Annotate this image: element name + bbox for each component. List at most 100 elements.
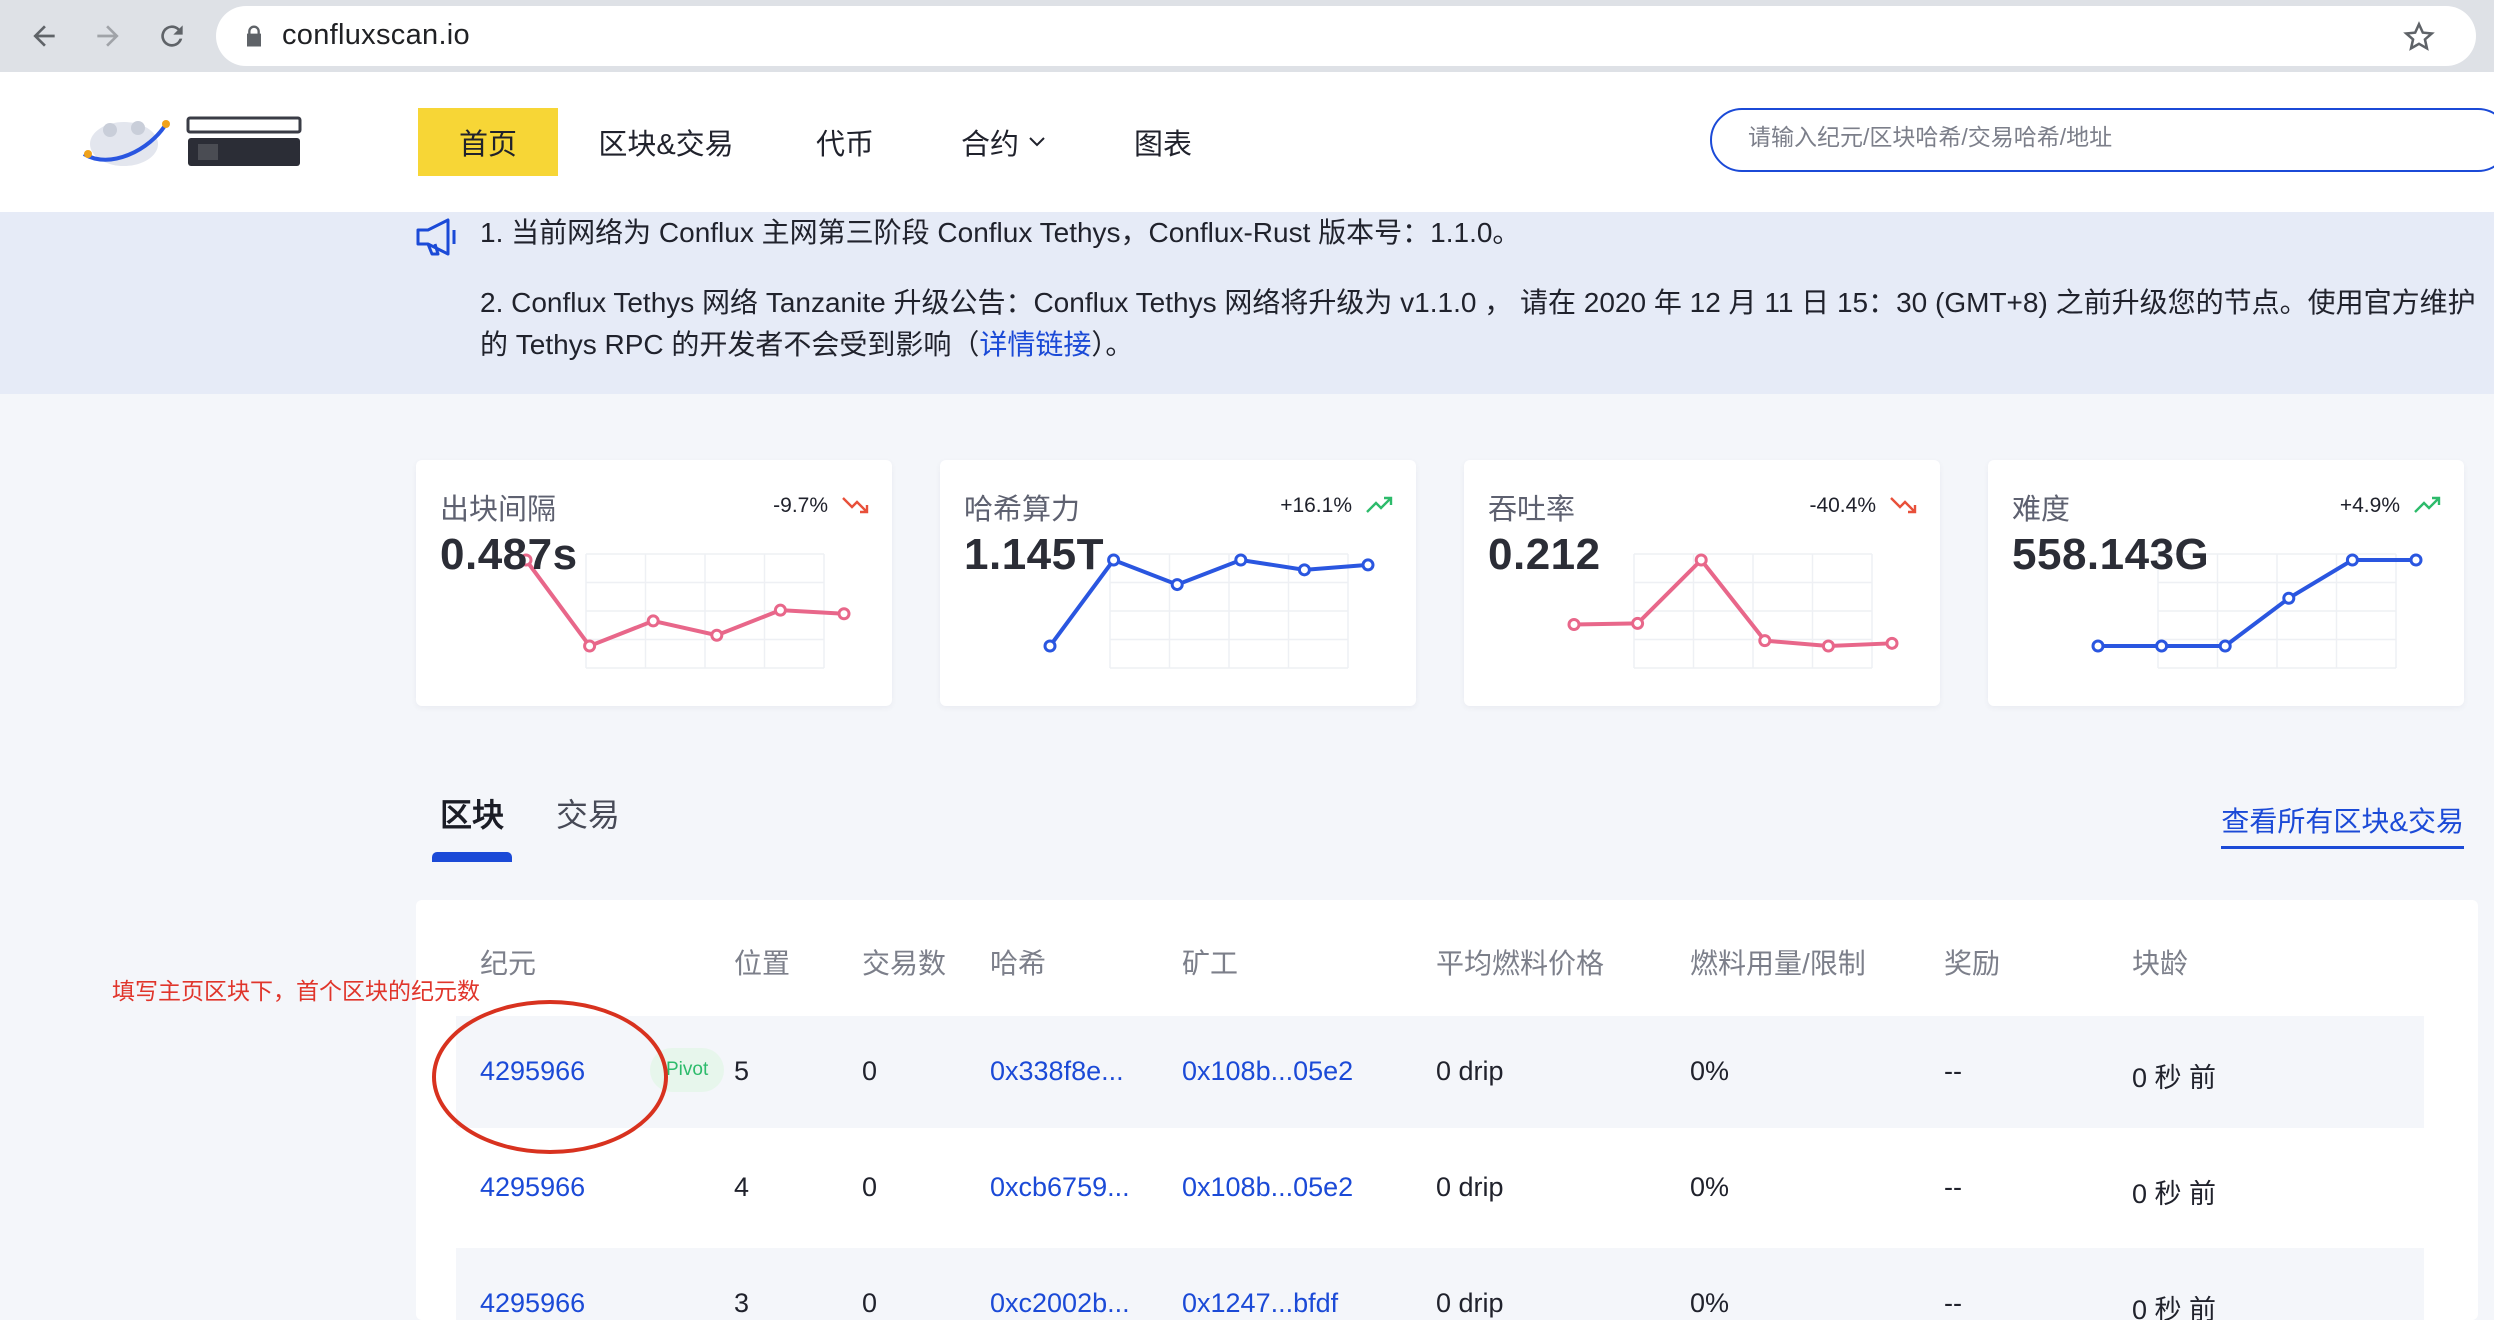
- stat-card-hashrate[interactable]: 哈希算力 1.145T +16.1%: [940, 460, 1416, 706]
- position-cell: 4: [734, 1172, 750, 1202]
- sparkline-point: [1107, 553, 1121, 567]
- sparkline-point: [773, 603, 787, 617]
- menu-contracts[interactable]: 合约: [950, 108, 1060, 176]
- menu-tokens-label: 代币: [815, 129, 874, 161]
- annotation-note: 填写主页区块下，首个区块的纪元数: [112, 978, 480, 1004]
- miner-link[interactable]: 0x1247...bfdf: [1182, 1288, 1338, 1319]
- back-button[interactable]: [20, 12, 68, 60]
- reward-cell: --: [1944, 1288, 1962, 1318]
- tab-transactions[interactable]: 交易: [556, 790, 620, 836]
- sparkline-point: [1043, 639, 1057, 653]
- sparkline-point: [1885, 636, 1899, 650]
- column-header-epoch: 纪元: [480, 948, 537, 979]
- conflux-scan-logo[interactable]: [80, 110, 310, 174]
- sparkline-grid: [1633, 553, 1873, 669]
- hash-link[interactable]: 0x338f8e...: [990, 1056, 1124, 1087]
- epoch-link[interactable]: 4295966: [480, 1288, 585, 1319]
- epoch-link[interactable]: 4295966: [480, 1172, 585, 1203]
- sparkline-point: [1694, 553, 1708, 567]
- arrow-left-icon: [33, 25, 55, 47]
- gas-price-cell: 0 drip: [1436, 1288, 1504, 1318]
- notice-line-2: 2. Conflux Tethys 网络 Tanzanite 升级公告：Conf…: [480, 287, 2476, 318]
- age-cell: 0 秒 前: [2132, 1063, 2217, 1093]
- menu-contracts-label: 合约: [960, 129, 1019, 161]
- notice-line-3-text: 的 Tethys RPC 的开发者不会受到影响（: [480, 329, 980, 360]
- miner-link[interactable]: 0x108b...05e2: [1182, 1056, 1353, 1087]
- menu-tokens[interactable]: 代币: [800, 108, 890, 176]
- url-text: confluxscan.io: [282, 19, 470, 51]
- stat-change: -40.4%: [1809, 494, 1876, 517]
- menu-blocks-transactions[interactable]: 区块&交易: [596, 108, 736, 176]
- arrow-right-icon: [97, 25, 119, 47]
- menu-home[interactable]: 首页: [418, 108, 558, 176]
- tx-count-cell: 0: [862, 1056, 878, 1086]
- search-box: [1710, 108, 2494, 172]
- reward-cell: --: [1944, 1172, 1962, 1202]
- star-icon[interactable]: [2402, 20, 2436, 54]
- stat-value: 0.487s: [440, 530, 578, 579]
- sparkline-point: [1297, 563, 1311, 577]
- gas-used-cell: 0%: [1690, 1172, 1730, 1202]
- gas-price-cell: 0 drip: [1436, 1056, 1504, 1086]
- age-cell: 0 秒 前: [2132, 1295, 2217, 1320]
- gas-used-cell: 0%: [1690, 1056, 1730, 1086]
- stat-change: -9.7%: [773, 494, 828, 517]
- menu-home-label: 首页: [458, 129, 517, 161]
- position-cell: 5: [734, 1056, 750, 1086]
- column-header-avg-gas-price: 平均燃料价格: [1436, 948, 1605, 979]
- chevron-down-icon: [1029, 137, 1045, 147]
- sparkline-point: [2155, 639, 2169, 653]
- forward-button[interactable]: [84, 12, 132, 60]
- sparkline-point: [2282, 591, 2296, 605]
- sparkline-point: [1758, 634, 1772, 648]
- sparkline-point: [583, 639, 597, 653]
- stat-label: 难度: [2012, 494, 2071, 526]
- search-input[interactable]: [1748, 124, 2448, 151]
- stat-change: +4.9%: [2339, 494, 2400, 517]
- sparkline-point: [646, 614, 660, 628]
- menu-charts[interactable]: 图表: [1118, 108, 1208, 176]
- tab-blocks[interactable]: 区块: [440, 790, 504, 836]
- stat-label: 出块间隔: [440, 494, 557, 526]
- hash-link[interactable]: 0xcb6759...: [990, 1172, 1130, 1203]
- sparkline-point: [1631, 616, 1645, 630]
- site-header: 首页 区块&交易 代币 合约 图表: [0, 72, 2494, 212]
- stat-card-difficulty[interactable]: 难度 558.143G +4.9%: [1988, 460, 2464, 706]
- sparkline-point: [1234, 553, 1248, 567]
- address-bar[interactable]: confluxscan.io: [216, 6, 2476, 66]
- hash-link[interactable]: 0xc2002b...: [990, 1288, 1130, 1319]
- stat-value: 1.145T: [964, 530, 1104, 579]
- tx-count-cell: 0: [862, 1288, 878, 1318]
- megaphone-icon: [416, 218, 456, 256]
- trend-up-icon: [2414, 496, 2441, 513]
- active-tab-indicator: [432, 852, 512, 862]
- column-header-age: 块龄: [2132, 948, 2189, 979]
- age-cell: 0 秒 前: [2132, 1179, 2217, 1209]
- column-header-tx-count: 交易数: [862, 948, 947, 979]
- table-row: 4295966 3 0 0xc2002b... 0x1247...bfdf 0 …: [456, 1248, 2424, 1320]
- view-all-link[interactable]: 查看所有区块&交易: [2221, 800, 2464, 849]
- blocks-table: 纪元 位置 交易数 哈希 矿工 平均燃料价格 燃料用量/限制 奖励 块龄 429…: [416, 900, 2478, 1320]
- sparkline-point: [1567, 618, 1581, 631]
- column-header-miner: 矿工: [1182, 948, 1239, 979]
- lock-icon: [247, 25, 261, 47]
- tx-count-cell: 0: [862, 1172, 878, 1202]
- stat-label: 吞吐率: [1488, 494, 1576, 526]
- notice-details-link[interactable]: 详情链接: [979, 329, 1091, 360]
- reload-button[interactable]: [148, 12, 196, 60]
- stat-value: 0.212: [1488, 530, 1601, 579]
- notice-line-3-end: ）。: [1091, 329, 1134, 360]
- sparkline-point: [2091, 639, 2105, 653]
- stat-card-throughput[interactable]: 吞吐率 0.212 -40.4%: [1464, 460, 1940, 706]
- miner-link[interactable]: 0x108b...05e2: [1182, 1172, 1353, 1203]
- stat-card-block-interval[interactable]: 出块间隔 0.487s -9.7%: [416, 460, 892, 706]
- stat-value: 558.143G: [2012, 530, 2210, 579]
- menu-charts-label: 图表: [1133, 129, 1192, 161]
- stat-change: +16.1%: [1280, 494, 1352, 517]
- column-header-reward: 奖励: [1944, 948, 2001, 979]
- sparkline-point: [2218, 639, 2232, 653]
- notice-banner: 1. 当前网络为 Conflux 主网第三阶段 Conflux Tethys，C…: [0, 212, 2494, 394]
- browser-chrome: confluxscan.io: [0, 0, 2494, 72]
- column-header-hash: 哈希: [990, 948, 1047, 979]
- annotation-circle: [432, 1000, 668, 1154]
